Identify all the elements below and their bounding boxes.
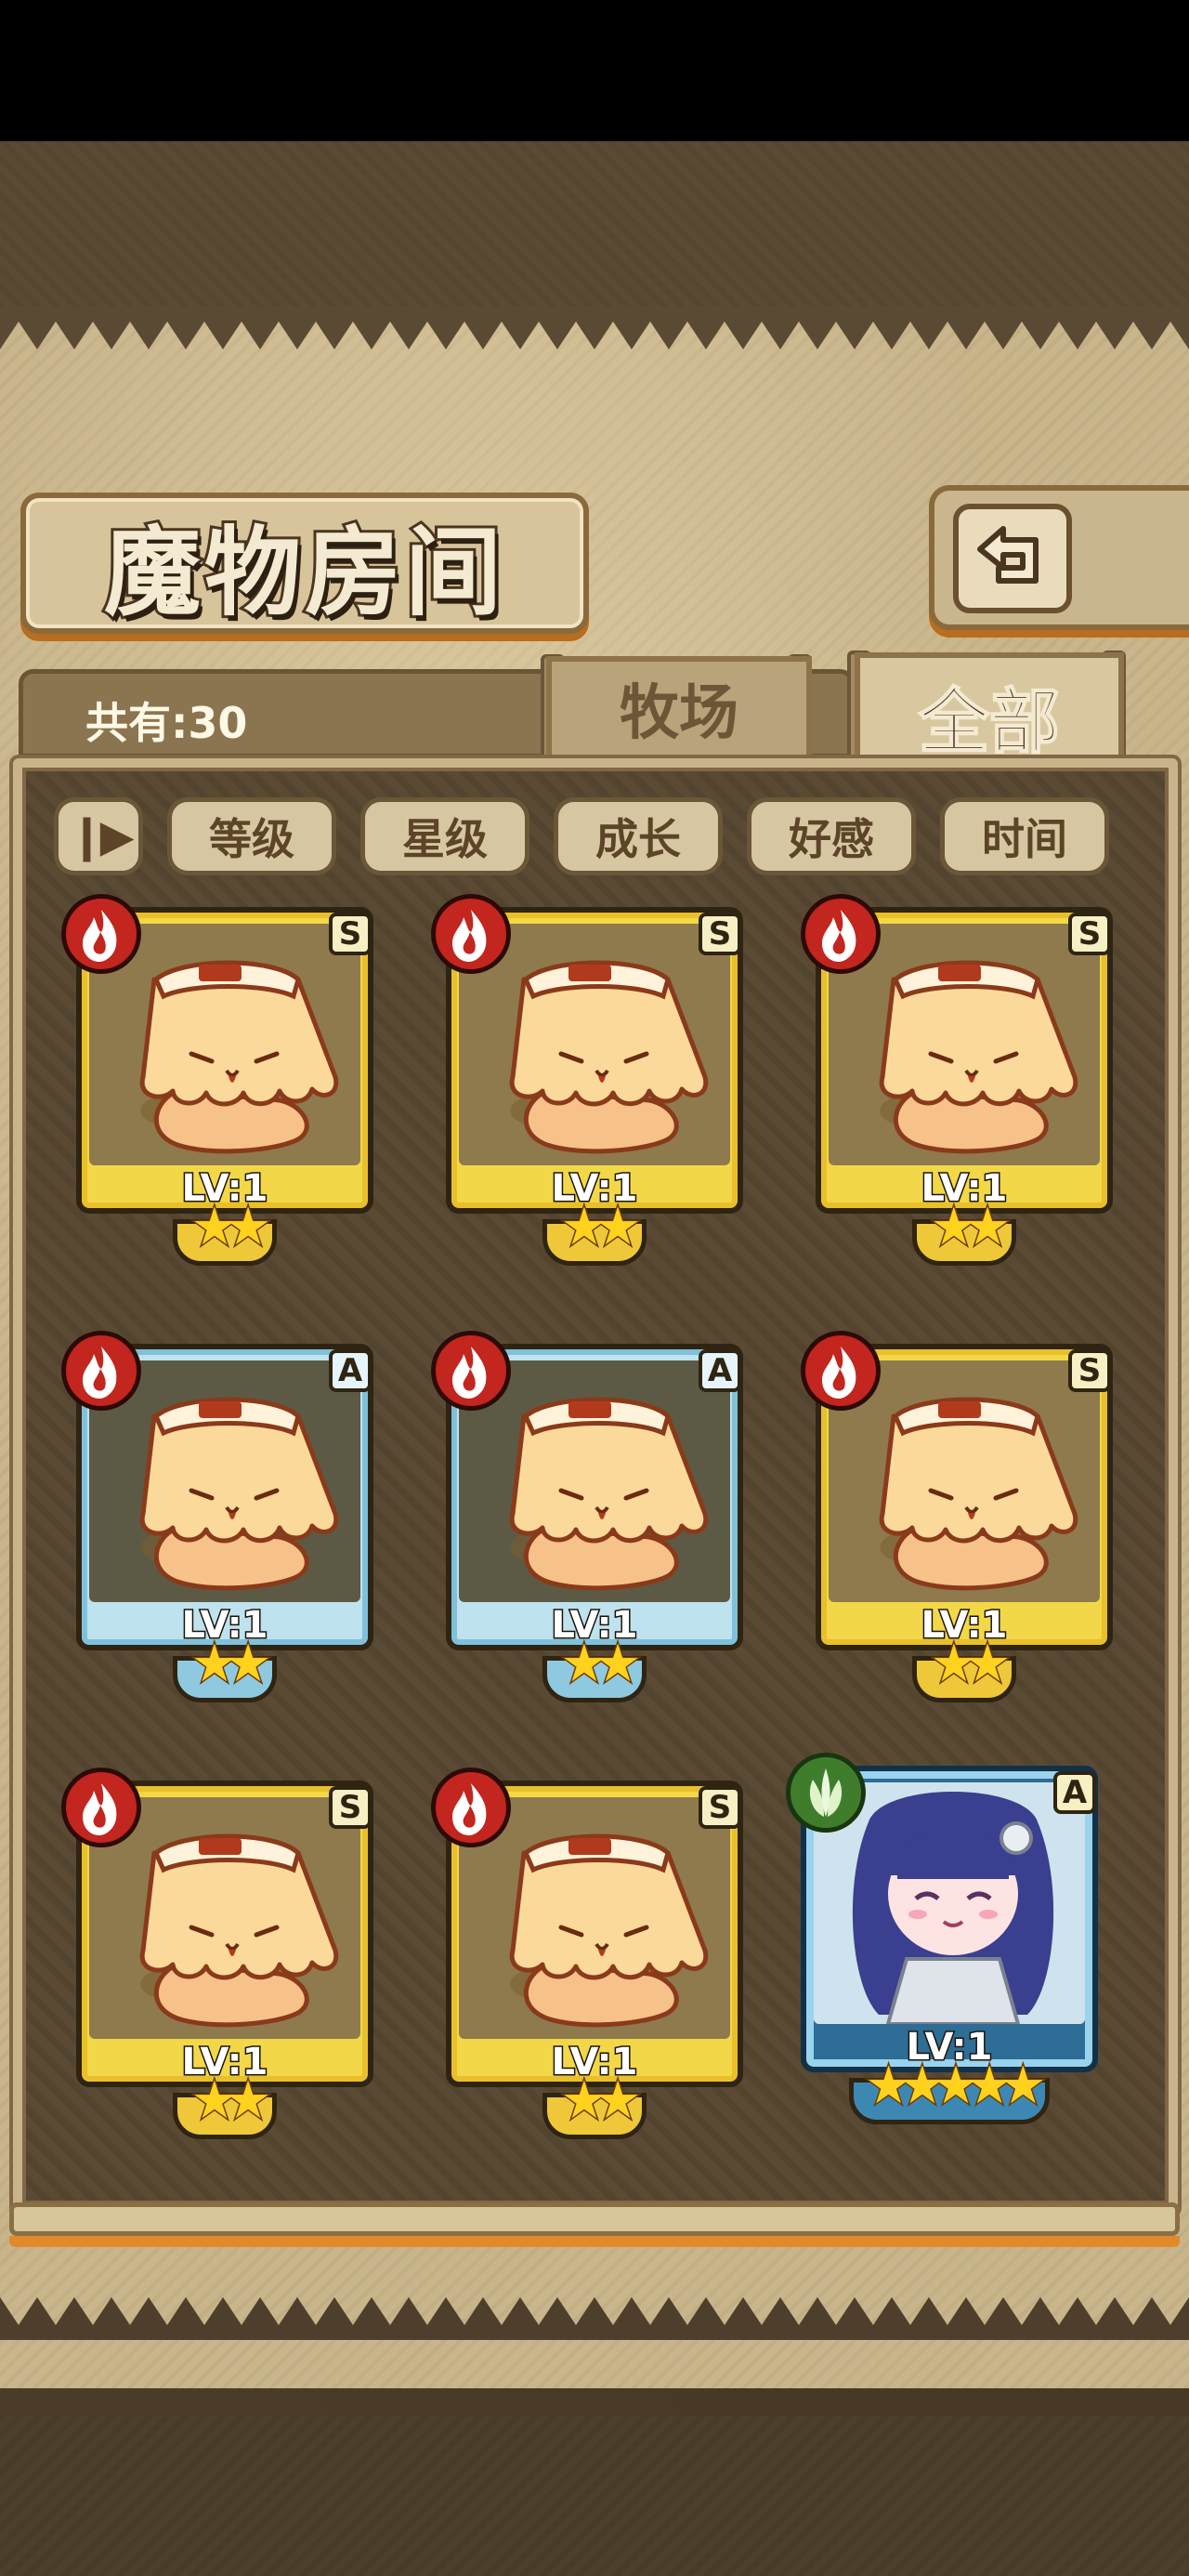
sort-time-button[interactable]: 时间 <box>940 797 1109 875</box>
tab-ranch[interactable]: 牧场 <box>546 656 812 760</box>
zigzag-bottom-edge <box>0 2297 1189 2340</box>
monster-card[interactable]: A LV:1 ★★★★★ <box>786 1753 1105 2128</box>
monster-card[interactable]: S LV:1 ★★ <box>61 894 381 1269</box>
star-rating: ★★ <box>929 1196 1012 1259</box>
star-rating: ★★ <box>559 2070 642 2133</box>
frame-bottom-rail <box>9 2202 1180 2236</box>
rank-badge: A <box>699 1349 741 1392</box>
rank-badge: A <box>329 1349 372 1392</box>
monster-card[interactable]: S LV:1 ★★ <box>801 894 1120 1269</box>
monster-card[interactable]: A LV:1 ★★ <box>61 1331 381 1706</box>
page-title: 魔物房间 <box>101 513 505 632</box>
sort-affinity-button[interactable]: 好感 <box>747 797 916 875</box>
fire-icon <box>431 1331 511 1411</box>
monster-card[interactable]: S LV:1 ★★ <box>61 1768 381 2143</box>
fire-icon <box>431 1768 511 1847</box>
map-bottom-band <box>0 2416 1189 2576</box>
star-rating: ★★ <box>929 1633 1012 1696</box>
star-rating: ★★ <box>559 1196 642 1259</box>
rank-badge: S <box>699 913 741 955</box>
fire-icon <box>801 1331 881 1411</box>
star-rating: ★★ <box>189 1633 272 1696</box>
fire-icon <box>61 1331 141 1411</box>
sort-order-toggle[interactable]: ❙▶ <box>54 797 143 875</box>
status-bar-area <box>0 0 1189 141</box>
frame-bottom-accent <box>9 2236 1180 2247</box>
fire-icon <box>61 894 141 974</box>
star-rating: ★★ <box>189 1196 272 1259</box>
star-rating: ★★ <box>559 1633 642 1696</box>
monster-card[interactable]: S LV:1 ★★ <box>801 1331 1120 1706</box>
star-rating: ★★★★★ <box>864 2055 1048 2118</box>
fire-icon <box>431 894 511 974</box>
fire-icon <box>61 1768 141 1847</box>
title-banner: 魔物房间 <box>20 493 589 634</box>
monster-count: 共有:30 <box>85 698 248 748</box>
back-arrow-icon <box>953 504 1072 613</box>
rank-badge: S <box>1068 913 1111 955</box>
rank-badge: S <box>329 1786 372 1829</box>
leaf-icon <box>786 1753 866 1833</box>
star-rating: ★★ <box>189 2070 272 2133</box>
sort-star-button[interactable]: 星级 <box>360 797 529 875</box>
sort-level-button[interactable]: 等级 <box>167 797 336 875</box>
back-button[interactable] <box>929 485 1189 630</box>
sort-growth-button[interactable]: 成长 <box>554 797 723 875</box>
zigzag-top-edge <box>0 307 1189 349</box>
rank-badge: S <box>1068 1349 1111 1392</box>
monster-card[interactable]: S LV:1 ★★ <box>431 1768 751 2143</box>
monster-card[interactable]: A LV:1 ★★ <box>431 1331 751 1706</box>
rank-badge: S <box>329 913 372 955</box>
sort-order-icon: ❙▶ <box>68 810 134 862</box>
fire-icon <box>801 894 881 974</box>
map-top-band <box>0 141 1189 309</box>
rank-badge: S <box>699 1786 741 1829</box>
monster-card[interactable]: S LV:1 ★★ <box>431 894 751 1269</box>
rank-badge: A <box>1053 1771 1096 1814</box>
